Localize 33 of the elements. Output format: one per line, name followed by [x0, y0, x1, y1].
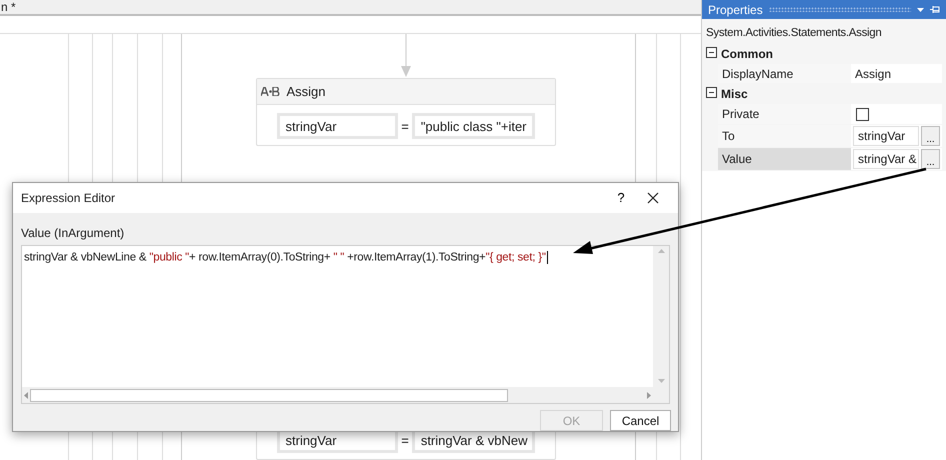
- expression-text: stringVar & vbNewLine & "public "+ row.ItemArray(0).ToString+ " " +row.ItemArray(1).ToString+"{ get; set; }": [23, 250, 549, 266]
- input-field[interactable]: stringVar &: [853, 149, 919, 169]
- scroll-right-icon[interactable]: [647, 392, 651, 398]
- property-name[interactable]: Value: [718, 148, 851, 170]
- panel-title: Properties: [708, 2, 763, 16]
- dialog-button[interactable]: Cancel: [610, 410, 671, 431]
- dialog-title: Expression Editor: [21, 190, 116, 205]
- value-field[interactable]: "public class "+iter: [412, 113, 534, 139]
- ellipsis-button[interactable]: ...: [921, 126, 940, 146]
- category-label: Common: [721, 47, 773, 61]
- document-tab-title[interactable]: n *: [0, 0, 16, 14]
- assign-icon: [260, 87, 280, 96]
- argument-label: Value (InArgument): [20, 224, 126, 242]
- type-name: System.Activities.Statements.Assign: [702, 19, 946, 44]
- dropdown-icon[interactable]: [917, 8, 924, 12]
- pin-icon[interactable]: [930, 5, 940, 14]
- ellipsis-button[interactable]: ...: [921, 149, 940, 169]
- property-value: Assign: [854, 66, 892, 80]
- assign-activity[interactable]: Assign stringVar = "public class "+iter: [256, 78, 556, 146]
- equals-sign: =: [401, 118, 409, 134]
- category-label: Misc: [721, 87, 748, 101]
- to-field[interactable]: stringVar: [276, 113, 398, 139]
- scroll-left-icon[interactable]: [24, 392, 28, 398]
- collapse-icon[interactable]: [706, 47, 717, 58]
- close-icon: [647, 192, 659, 204]
- connector-arrow: [400, 34, 412, 78]
- help-button[interactable]: ?: [606, 189, 636, 206]
- collapse-icon[interactable]: [706, 87, 717, 98]
- expression-field[interactable]: stringVar & vbNewLine & "public "+ row.ItemArray(0).ToString+ " " +row.ItemArray(1).ToString+"{ get; set; }": [21, 244, 670, 404]
- checkbox[interactable]: [856, 108, 869, 120]
- equals-sign: =: [401, 432, 409, 448]
- input-field[interactable]: stringVar: [853, 126, 919, 146]
- activity-title: Assign: [286, 84, 326, 99]
